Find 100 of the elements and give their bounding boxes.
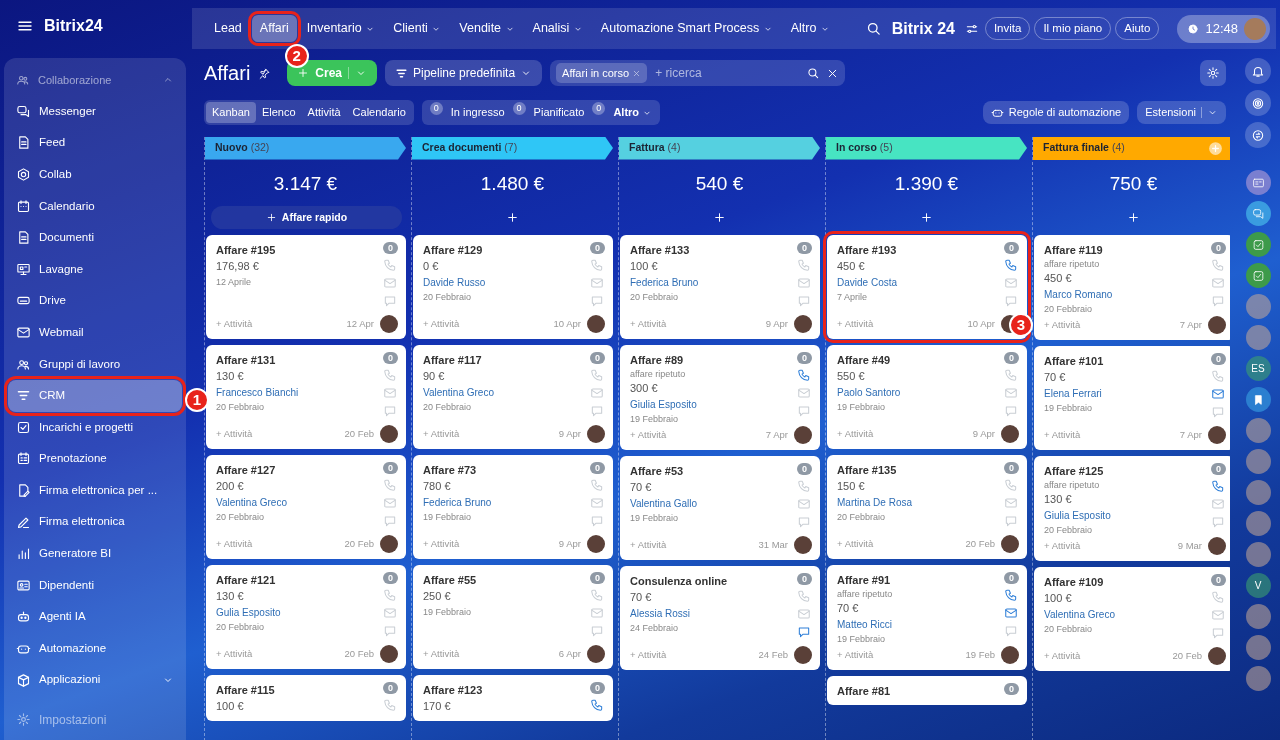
contact-link[interactable]: Paolo Santoro	[837, 385, 1004, 400]
avatar[interactable]	[1245, 542, 1271, 567]
deal-title[interactable]: Affare #109	[1044, 574, 1211, 590]
deal-title[interactable]: Affare #117	[423, 352, 590, 368]
contact-link[interactable]: Giulia Esposito	[630, 397, 797, 412]
deal-title[interactable]: Affare #55	[423, 572, 590, 588]
deal-title[interactable]: Affare #91	[837, 572, 1004, 588]
avatar[interactable]	[1245, 449, 1271, 474]
avatar[interactable]	[1245, 480, 1271, 505]
deal-title[interactable]: Affare #193	[837, 242, 1004, 258]
contact-link[interactable]: Marco Romano	[1044, 287, 1211, 302]
nav-tab[interactable]: Clienti	[385, 15, 450, 42]
sidebar-item[interactable]: Documenti	[8, 221, 182, 254]
section-label[interactable]: Collaborazione	[38, 71, 154, 89]
deal-title[interactable]: Affare #81	[837, 683, 1004, 699]
contact-link[interactable]: Martina De Rosa	[837, 495, 1004, 510]
settings-button[interactable]	[1200, 60, 1226, 86]
deal-card[interactable]: Affare #135 150 € Martina De Rosa 20 Febbraio 0 + Attività 20 Feb	[827, 455, 1027, 559]
quick-add-button[interactable]: Affare rapido	[211, 206, 402, 229]
contact-link[interactable]: Francesco Bianchi	[216, 385, 383, 400]
view-tab[interactable]: Elenco	[255, 102, 302, 123]
stage-header[interactable]: Nuovo (32)	[205, 136, 406, 160]
filter-chip[interactable]: Affari in corso	[556, 62, 648, 84]
deal-title[interactable]: Affare #123	[423, 682, 590, 698]
sidebar-item[interactable]: Firma elettronica per ...	[8, 474, 182, 507]
deal-card[interactable]: Affare #101 70 € Elena Ferrari 19 Febbraio 0 + Attività 7 Apr	[1034, 346, 1230, 450]
counter-filter[interactable]: Pianificato	[533, 102, 585, 123]
sidebar-item[interactable]: Messenger	[8, 95, 182, 128]
view-tab[interactable]: Calendario	[346, 102, 412, 123]
stage-header[interactable]: Fattura finale (4)	[1033, 136, 1230, 160]
contact-link[interactable]: Davide Costa	[837, 275, 1004, 290]
user-initials[interactable]: ES	[1245, 356, 1271, 381]
deal-card[interactable]: Affare #53 70 € Valentina Gallo 19 Febbraio 0 + Attività 31 Mar	[620, 456, 820, 560]
pipeline-dropdown[interactable]: Pipeline predefinita	[385, 60, 543, 86]
deal-title[interactable]: Affare #53	[630, 463, 797, 479]
sidebar-item[interactable]: Collab	[8, 158, 182, 191]
avatar[interactable]	[1245, 294, 1271, 319]
stage-header[interactable]: Crea documenti (7)	[412, 136, 613, 160]
contact-link[interactable]: Valentina Greco	[423, 385, 590, 400]
contact-link[interactable]: Federica Bruno	[423, 495, 590, 510]
avatar[interactable]	[1245, 666, 1271, 691]
deal-card[interactable]: Affare #73 780 € Federica Bruno 19 Febbraio 0 + Attività 9 Apr	[413, 455, 613, 559]
deal-title[interactable]: Affare #73	[423, 462, 590, 478]
contact-link[interactable]: Valentina Greco	[1044, 607, 1211, 622]
contact-link[interactable]: Gulia Esposito	[216, 605, 383, 620]
contact-link[interactable]: Davide Russo	[423, 275, 590, 290]
deal-card[interactable]: Affare #115 100 € 0	[206, 675, 406, 721]
avatar[interactable]	[1245, 511, 1271, 536]
contact-link[interactable]: Valentina Greco	[216, 495, 383, 510]
nav-tab[interactable]: Automazione Smart Process	[592, 15, 781, 42]
nav-tab[interactable]: Lead	[206, 15, 250, 42]
deal-title[interactable]: Affare #135	[837, 462, 1004, 478]
sidebar-item[interactable]: Webmail	[8, 316, 182, 349]
clock-widget[interactable]: 12:48	[1177, 14, 1270, 43]
app-button[interactable]	[1245, 232, 1271, 257]
avatar[interactable]	[1245, 325, 1271, 350]
deal-title[interactable]: Consulenza online	[630, 573, 797, 589]
contact-link[interactable]: Valentina Gallo	[630, 496, 797, 511]
deal-title[interactable]: Affare #195	[216, 242, 383, 258]
deal-card[interactable]: Affare #109 100 € Valentina Greco 20 Febbraio 0 + Attività 20 Feb	[1034, 567, 1230, 671]
deal-title[interactable]: Affare #115	[216, 682, 383, 698]
app-button[interactable]	[1245, 201, 1271, 226]
sidebar-item[interactable]: Generatore BI	[8, 537, 182, 570]
contact-link[interactable]: Elena Ferrari	[1044, 386, 1211, 401]
extensions-button[interactable]: Estensioni	[1137, 101, 1226, 124]
deal-card[interactable]: Affare #55 250 € 19 Febbraio 0 + Attività 6 Apr	[413, 565, 613, 669]
deal-title[interactable]: Affare #49	[837, 352, 1004, 368]
sidebar-item[interactable]: Calendario	[8, 190, 182, 222]
automation-button[interactable]: Regole di automazione	[982, 101, 1130, 124]
view-tab[interactable]: Attività	[301, 102, 347, 123]
deal-title[interactable]: Affare #127	[216, 462, 383, 478]
user-initials[interactable]: V	[1245, 573, 1271, 598]
search-field[interactable]: Affari in corso + ricerca	[550, 59, 846, 87]
sidebar-item[interactable]: Applicazioni	[8, 664, 182, 696]
sidebar-item[interactable]: Prenotazione	[8, 443, 182, 475]
deal-card[interactable]: Affare #125 affare ripetuto 130 € Giulia Esposito 20 Febbraio 0 + Attività 9 Mar	[1034, 456, 1230, 561]
nav-tab[interactable]: Vendite	[451, 15, 523, 42]
contact-link[interactable]: Matteo Ricci	[837, 617, 1004, 632]
deal-card[interactable]: Consulenza online 70 € Alessia Rossi 24 Febbraio 0 + Attività 24 Feb	[620, 566, 820, 670]
deal-card[interactable]: Affare #123 170 € 0	[413, 675, 613, 721]
deal-title[interactable]: Affare #125	[1044, 463, 1211, 479]
counter-filter[interactable]: Altro	[613, 102, 653, 123]
sidebar-item[interactable]: Dipendenti	[8, 569, 182, 602]
contact-link[interactable]: Federica Bruno	[630, 275, 797, 290]
deal-card[interactable]: Affare #49 550 € Paolo Santoro 19 Febbraio 0 + Attività 9 Apr	[827, 345, 1027, 449]
deal-card[interactable]: Affare #91 affare ripetuto 70 € Matteo Ricci 19 Febbraio 0 + Attività 19 Feb	[827, 565, 1027, 670]
deal-title[interactable]: Affare #131	[216, 352, 383, 368]
nav-tab[interactable]: Analisi	[524, 15, 591, 42]
counter-filter[interactable]: In ingresso	[450, 102, 505, 123]
app-button[interactable]	[1245, 387, 1271, 412]
deal-card[interactable]: Affare #131 130 € Francesco Bianchi 20 Febbraio 0 + Attività 20 Feb	[206, 345, 406, 449]
contact-link[interactable]: Giulia Esposito	[1044, 508, 1211, 523]
sidebar-item[interactable]: Feed	[8, 127, 182, 159]
avatar[interactable]	[1245, 604, 1271, 629]
stage-header[interactable]: In corso (5)	[826, 136, 1027, 160]
deal-card[interactable]: Affare #89 affare ripetuto 300 € Giulia Esposito 19 Febbraio 0 + Attività 7 Apr	[620, 345, 820, 450]
deal-title[interactable]: Affare #121	[216, 572, 383, 588]
sidebar-item[interactable]: Agenti IA	[8, 601, 182, 633]
deal-title[interactable]: Affare #119	[1044, 242, 1211, 258]
deal-card[interactable]: Affare #133 100 € Federica Bruno 20 Febbraio 0 + Attività 9 Apr	[620, 235, 820, 339]
